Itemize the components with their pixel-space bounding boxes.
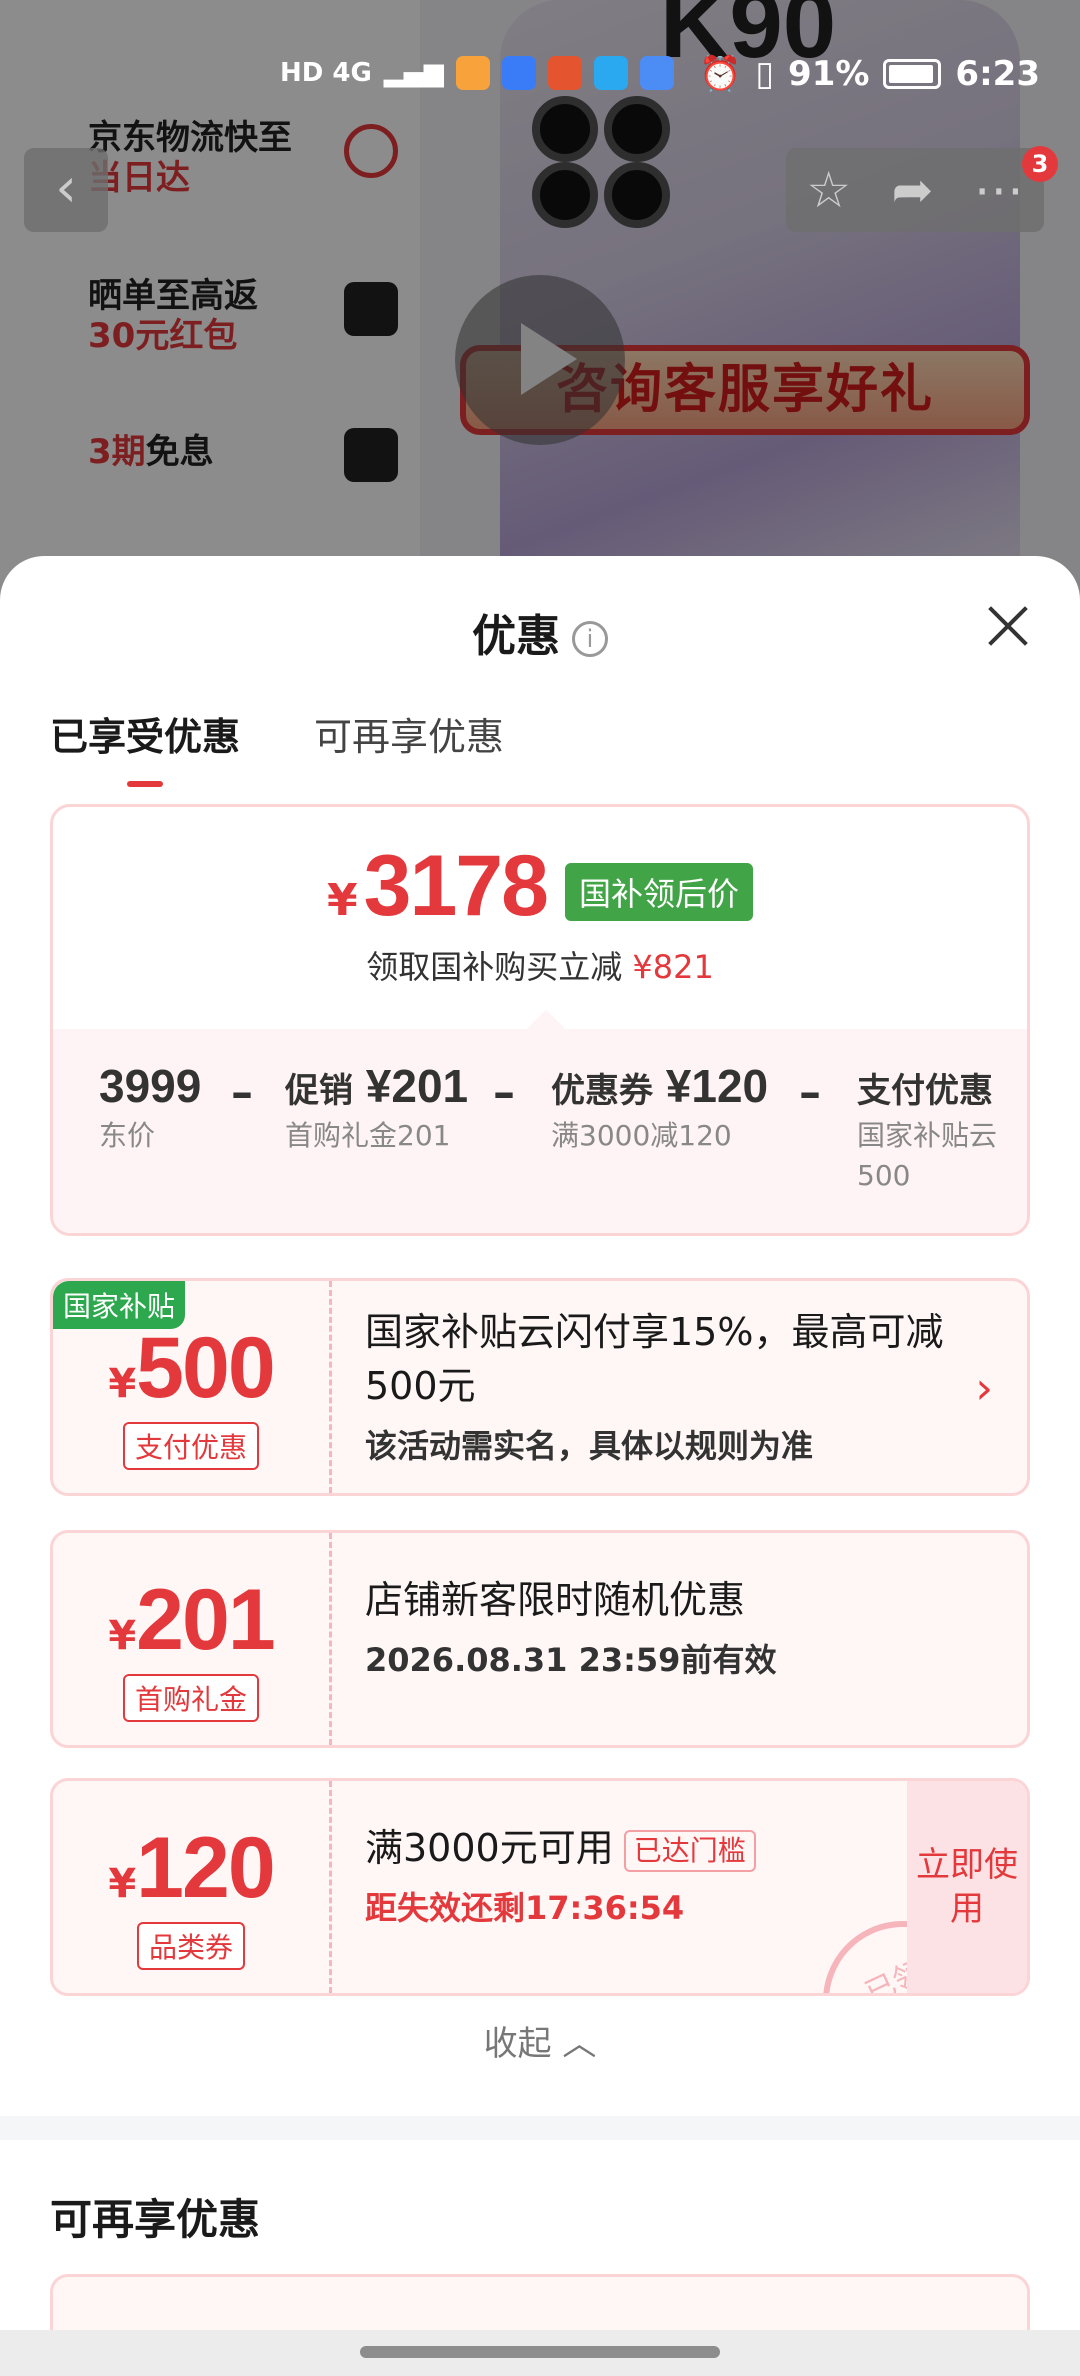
subsidy-amount: ¥821 — [632, 948, 714, 986]
coupon-divider — [329, 1781, 332, 1993]
price-summary-card: ¥ 3178 国补领后价 领取国补购买立减 ¥821 3999 东价 – 促销 … — [50, 804, 1030, 1236]
coupon-amount-block: ¥201 首购礼金 — [53, 1533, 329, 1745]
coupon-title: 国家补贴云闪付享15%，最高可减500元 — [365, 1310, 944, 1408]
coupon-type-badge: 支付优惠 — [122, 1422, 259, 1470]
coupon-title: 店铺新客限时随机优惠 — [365, 1578, 746, 1622]
coupon-subtitle: 该活动需实名，具体以规则为准 — [365, 1427, 814, 1465]
threshold-reached-tag: 已达门槛 — [623, 1829, 756, 1872]
breakdown-payment: 支付优惠 国家补贴云 500 — [857, 1071, 998, 1192]
minus-sign: – — [231, 1067, 253, 1118]
more-discounts-heading: 可再享优惠 — [50, 2195, 261, 2244]
message-count-badge: 3 — [1022, 146, 1058, 182]
discount-tabs: 已享受优惠 可再享优惠 — [50, 706, 504, 787]
battery-percent: 91% — [788, 54, 870, 94]
final-price: 3178 — [363, 838, 549, 934]
breakdown-coupon: 优惠券 ¥120 满3000减120 — [551, 1060, 769, 1152]
tab-enjoyed-discounts[interactable]: 已享受优惠 — [50, 706, 240, 787]
info-icon[interactable]: i — [572, 621, 608, 657]
chevron-left-icon: ‹ — [55, 156, 77, 219]
coupon-type-badge: 品类券 — [136, 1922, 245, 1970]
back-button[interactable]: ‹ — [24, 148, 108, 232]
reader-app-icon — [547, 56, 582, 90]
shield-app-icon — [639, 56, 674, 90]
coupon-countdown: 距失效还剩17:36:54 — [365, 1889, 685, 1927]
coupon-amount: 201 — [136, 1572, 275, 1668]
video-app-icon — [455, 56, 490, 90]
sheet-title: 优惠 i — [0, 600, 1080, 664]
share-icon[interactable]: ➦ — [891, 161, 933, 219]
baidu-app-icon — [501, 56, 536, 90]
alarm-icon: ⏰ — [698, 54, 742, 94]
status-right: ⏰ ▯ 91% 6:23 — [699, 54, 1040, 94]
minus-sign: – — [799, 1067, 821, 1118]
coupon-amount-block: ¥120 品类券 — [53, 1781, 329, 1993]
vibrate-icon: ▯ — [755, 54, 775, 94]
coupon-details: 国家补贴云闪付享15%，最高可减500元 该活动需实名，具体以规则为准 — [365, 1305, 945, 1467]
final-price-section: ¥ 3178 国补领后价 领取国补购买立减 ¥821 — [53, 807, 1027, 1029]
coupon-title: 满3000元可用 — [365, 1826, 614, 1870]
breakdown-list-price: 3999 东价 — [99, 1060, 202, 1152]
chevron-right-icon[interactable]: › — [975, 1363, 993, 1414]
breakdown-promotion: 促销 ¥201 首购礼金201 — [285, 1060, 469, 1152]
use-now-button[interactable]: 立即使用 — [907, 1781, 1027, 1993]
browser-app-icon — [593, 56, 628, 90]
coupon-amount-block: ¥500 支付优惠 — [53, 1281, 329, 1493]
coupon-details: 店铺新客限时随机优惠 2026.08.31 23:59前有效 — [365, 1573, 965, 1681]
coupon-amount: 120 — [136, 1820, 275, 1916]
coupon-first-purchase[interactable]: ¥201 首购礼金 店铺新客限时随机优惠 2026.08.31 23:59前有效 — [50, 1530, 1030, 1748]
currency-symbol: ¥ — [327, 875, 358, 926]
coupon-expiry: 2026.08.31 23:59前有效 — [365, 1641, 777, 1679]
coupon-divider — [329, 1281, 332, 1493]
network-indicator: HD 4G — [280, 58, 372, 88]
more-icon[interactable]: ⋯ — [974, 161, 1024, 219]
home-indicator[interactable] — [360, 2346, 720, 2358]
tab-more-discounts[interactable]: 可再享优惠 — [314, 706, 504, 787]
battery-icon — [883, 59, 942, 89]
coupon-divider — [329, 1533, 332, 1745]
minus-sign: – — [493, 1067, 515, 1118]
favorite-star-icon[interactable]: ☆ — [806, 161, 851, 219]
signal-icon: ▂▄▆ — [383, 58, 444, 88]
section-divider — [0, 2116, 1080, 2140]
coupon-amount: 500 — [136, 1320, 275, 1416]
collapse-button[interactable]: 收起 ︿ — [0, 2016, 1080, 2065]
coupon-national-subsidy[interactable]: 国家补贴 ¥500 支付优惠 国家补贴云闪付享15%，最高可减500元 该活动需… — [50, 1278, 1030, 1496]
top-action-group: ☆ ➦ ⋯ — [786, 148, 1044, 232]
clock-time: 6:23 — [955, 54, 1040, 94]
coupon-category[interactable]: ¥120 品类券 满3000元可用 已达门槛 距失效还剩17:36:54 已领 立… — [50, 1778, 1030, 1996]
close-icon[interactable] — [986, 604, 1030, 648]
status-bar: HD 4G ▂▄▆ ⏰ ▯ 91% 6:23 — [0, 46, 1080, 106]
subsidy-price-tag: 国补领后价 — [564, 863, 753, 921]
notification-icons: HD 4G ▂▄▆ — [280, 56, 674, 90]
coupon-type-badge: 首购礼金 — [122, 1674, 259, 1722]
subsidy-line: 领取国补购买立减 ¥821 — [366, 948, 714, 986]
price-breakdown: 3999 东价 – 促销 ¥201 首购礼金201 – 优惠券 ¥120 满30… — [53, 1029, 1027, 1233]
discount-sheet: 优惠 i 已享受优惠 可再享优惠 ¥ 3178 国补领后价 领取国补购买立减 ¥8… — [0, 556, 1080, 2376]
coupon-details: 满3000元可用 已达门槛 距失效还剩17:36:54 — [365, 1821, 965, 1929]
